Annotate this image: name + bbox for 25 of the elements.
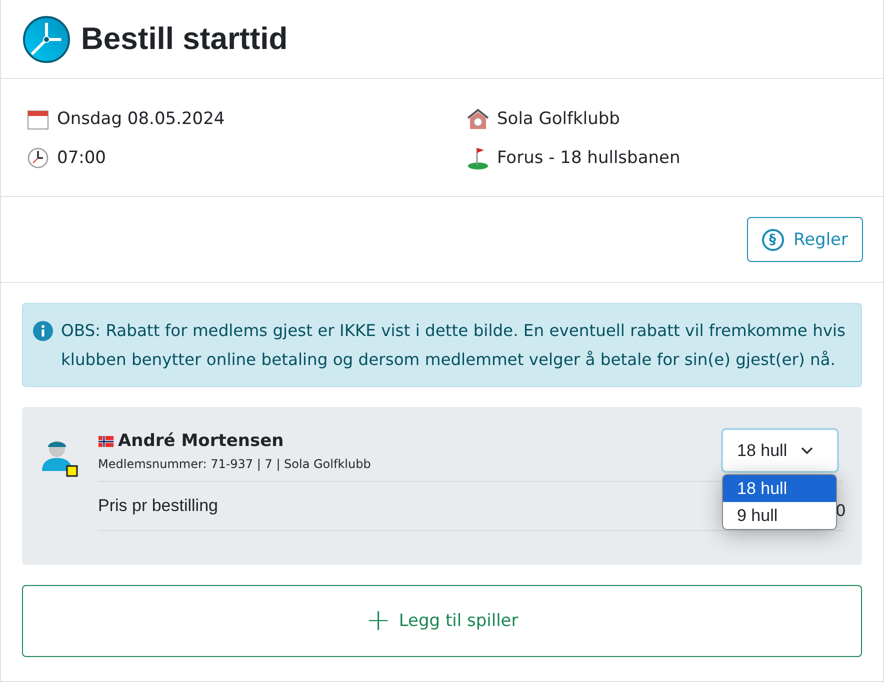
course-name: Forus - 18 hullsbanen (497, 148, 680, 168)
clock-icon (22, 14, 71, 64)
date-text: Onsdag 08.05.2024 (57, 109, 225, 129)
dropdown-option[interactable]: 9 hull (723, 502, 836, 529)
time-text: 07:00 (57, 148, 106, 168)
add-player-button[interactable]: + Legg til spiller (22, 585, 862, 657)
paragraph-icon: § (762, 228, 784, 250)
rules-button[interactable]: § Regler (746, 217, 863, 262)
plus-icon: + (366, 606, 391, 636)
price-label: Pris pr bestilling (98, 496, 218, 516)
norway-flag-icon (98, 436, 114, 446)
price-value: 0 (836, 501, 846, 521)
clubhouse-icon (467, 108, 489, 130)
calendar-icon (27, 108, 49, 130)
clock-icon (27, 147, 49, 169)
page-title: Bestill starttid (81, 21, 288, 57)
golf-flag-icon (467, 146, 489, 170)
holes-select[interactable]: 18 hull (721, 428, 839, 473)
chevron-down-icon (801, 446, 814, 454)
dropdown-option[interactable]: 18 hull (723, 475, 836, 502)
player-name: André Mortensen (118, 431, 284, 451)
club-name: Sola Golfklubb (497, 109, 620, 129)
info-icon (33, 321, 53, 341)
member-info: Medlemsnummer: 71-937 | 7 | Sola Golfklubb (98, 457, 372, 471)
alert-message: OBS: Rabatt for medlems gjest er IKKE vist i dette bilde. En eventuell rabatt vil fremkomme hvis klubben benytter online betaling og dersom medlemmet velger å betale for sin(e) gjest(er) nå. (61, 320, 847, 371)
